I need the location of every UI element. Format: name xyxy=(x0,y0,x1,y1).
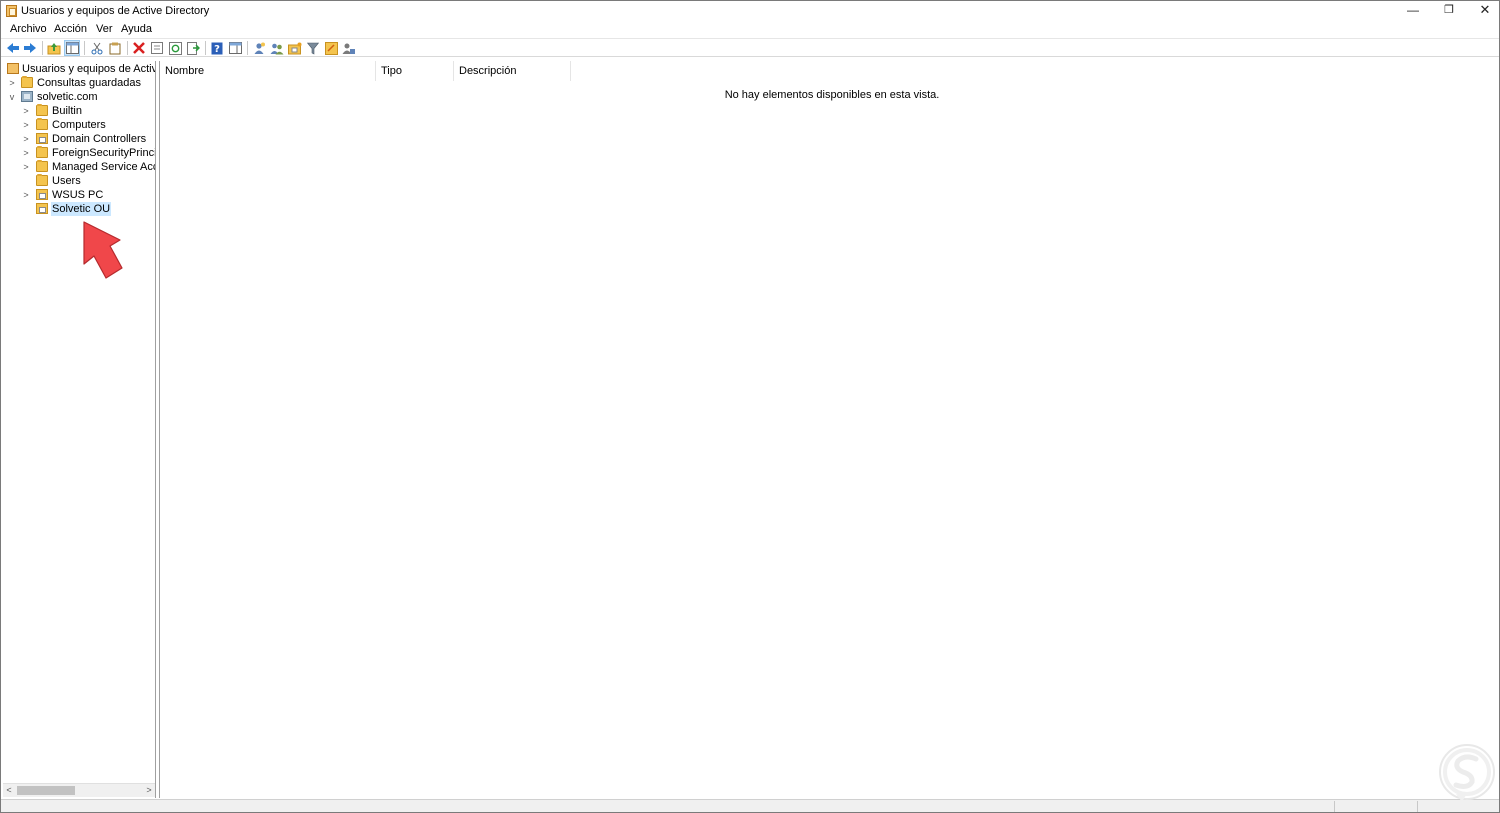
menu-bar: Archivo Acción Ver Ayuda xyxy=(1,21,1499,37)
console-tree[interactable]: Usuarios y equipos de Active Dir > Consu… xyxy=(3,61,156,798)
copy-icon[interactable] xyxy=(107,40,123,56)
properties-icon[interactable] xyxy=(149,40,165,56)
show-action-pane-icon[interactable] xyxy=(227,40,243,56)
add-to-group-icon[interactable] xyxy=(323,40,339,56)
title-bar: Usuarios y equipos de Active Directory —… xyxy=(1,1,1499,21)
column-header-tipo[interactable]: Tipo xyxy=(376,61,454,81)
help-icon[interactable]: ? xyxy=(209,40,225,56)
delegate-icon[interactable] xyxy=(341,40,357,56)
toolbar-separator xyxy=(42,41,43,55)
close-button[interactable]: ✕ xyxy=(1467,1,1500,21)
toolbar-separator xyxy=(247,41,248,55)
chevron-down-icon[interactable]: v xyxy=(7,90,17,104)
toolbar-separator xyxy=(127,41,128,55)
tree-item-label: ForeignSecurityPrincipals xyxy=(52,147,156,159)
column-header-descripcion[interactable]: Descripción xyxy=(454,61,571,81)
watermark-logo-icon xyxy=(1439,744,1495,802)
status-segment xyxy=(1334,801,1335,812)
folder-icon xyxy=(36,174,48,186)
scroll-right-icon[interactable]: > xyxy=(143,784,155,797)
filter-icon[interactable] xyxy=(305,40,321,56)
chevron-right-icon[interactable]: > xyxy=(21,160,31,174)
toolbar: ? xyxy=(1,38,1499,57)
new-user-icon[interactable] xyxy=(251,40,267,56)
toolbar-separator xyxy=(84,41,85,55)
tree-item-label: solvetic.com xyxy=(37,91,98,103)
tree-item-label: Computers xyxy=(52,119,106,131)
list-header: Nombre Tipo Descripción xyxy=(160,61,1499,81)
delete-icon[interactable] xyxy=(131,40,147,56)
menu-accion[interactable]: Acción xyxy=(54,23,87,35)
organizational-unit-icon xyxy=(36,133,48,144)
tree-item-label: Consultas guardadas xyxy=(37,77,141,89)
menu-ayuda[interactable]: Ayuda xyxy=(121,23,152,35)
active-directory-icon xyxy=(7,63,19,74)
tree-item-label: Domain Controllers xyxy=(52,133,147,145)
cut-icon[interactable] xyxy=(89,40,105,56)
chevron-right-icon[interactable]: > xyxy=(21,132,31,146)
chevron-right-icon[interactable]: > xyxy=(21,146,31,160)
column-header-nombre[interactable]: Nombre xyxy=(160,61,376,81)
folder-icon xyxy=(36,160,48,172)
tree-item-label: Users xyxy=(52,175,81,187)
tree-item-label: Builtin xyxy=(52,105,82,117)
domain-icon xyxy=(21,91,33,102)
show-console-tree-icon[interactable] xyxy=(64,40,80,56)
chevron-right-icon[interactable]: > xyxy=(7,76,17,90)
organizational-unit-icon xyxy=(36,189,48,200)
details-list[interactable]: Nombre Tipo Descripción No hay elementos… xyxy=(159,61,1499,798)
tree-item-label: Managed Service Accour xyxy=(52,161,155,173)
chevron-right-icon[interactable]: > xyxy=(21,104,31,118)
minimize-button[interactable]: — xyxy=(1395,1,1431,21)
active-directory-app-icon xyxy=(6,5,17,17)
back-icon[interactable] xyxy=(5,40,21,56)
app-window: Usuarios y equipos de Active Directory —… xyxy=(0,0,1500,813)
folder-icon xyxy=(36,118,48,130)
forward-icon[interactable] xyxy=(22,40,38,56)
restore-button[interactable]: ❐ xyxy=(1431,1,1467,21)
svg-text:?: ? xyxy=(214,44,220,55)
refresh-icon[interactable] xyxy=(167,40,183,56)
tree-horizontal-scrollbar[interactable]: < > xyxy=(3,783,155,797)
menu-archivo[interactable]: Archivo xyxy=(10,23,47,35)
folder-icon xyxy=(36,104,48,116)
up-level-icon[interactable] xyxy=(46,40,62,56)
tree-item-label-selected: Solvetic OU xyxy=(51,202,112,216)
scroll-left-icon[interactable]: < xyxy=(3,784,15,797)
export-list-icon[interactable] xyxy=(185,40,201,56)
menu-ver[interactable]: Ver xyxy=(96,23,113,35)
tree-item-label: Usuarios y equipos de Active Dir xyxy=(22,63,155,75)
folder-icon xyxy=(36,146,48,158)
tree-item-label: WSUS PC xyxy=(52,189,104,201)
new-group-icon[interactable] xyxy=(269,40,285,56)
new-ou-icon[interactable] xyxy=(287,40,303,56)
chevron-right-icon[interactable]: > xyxy=(21,118,31,132)
status-segment xyxy=(1417,801,1418,812)
chevron-right-icon[interactable]: > xyxy=(21,188,31,202)
annotation-arrow-icon xyxy=(83,221,123,279)
window-title: Usuarios y equipos de Active Directory xyxy=(21,5,210,17)
organizational-unit-icon xyxy=(36,203,48,214)
empty-list-message: No hay elementos disponibles en esta vis… xyxy=(724,89,940,101)
toolbar-separator xyxy=(205,41,206,55)
folder-icon xyxy=(21,76,33,88)
status-bar xyxy=(1,799,1499,812)
scrollbar-thumb[interactable] xyxy=(17,786,75,795)
